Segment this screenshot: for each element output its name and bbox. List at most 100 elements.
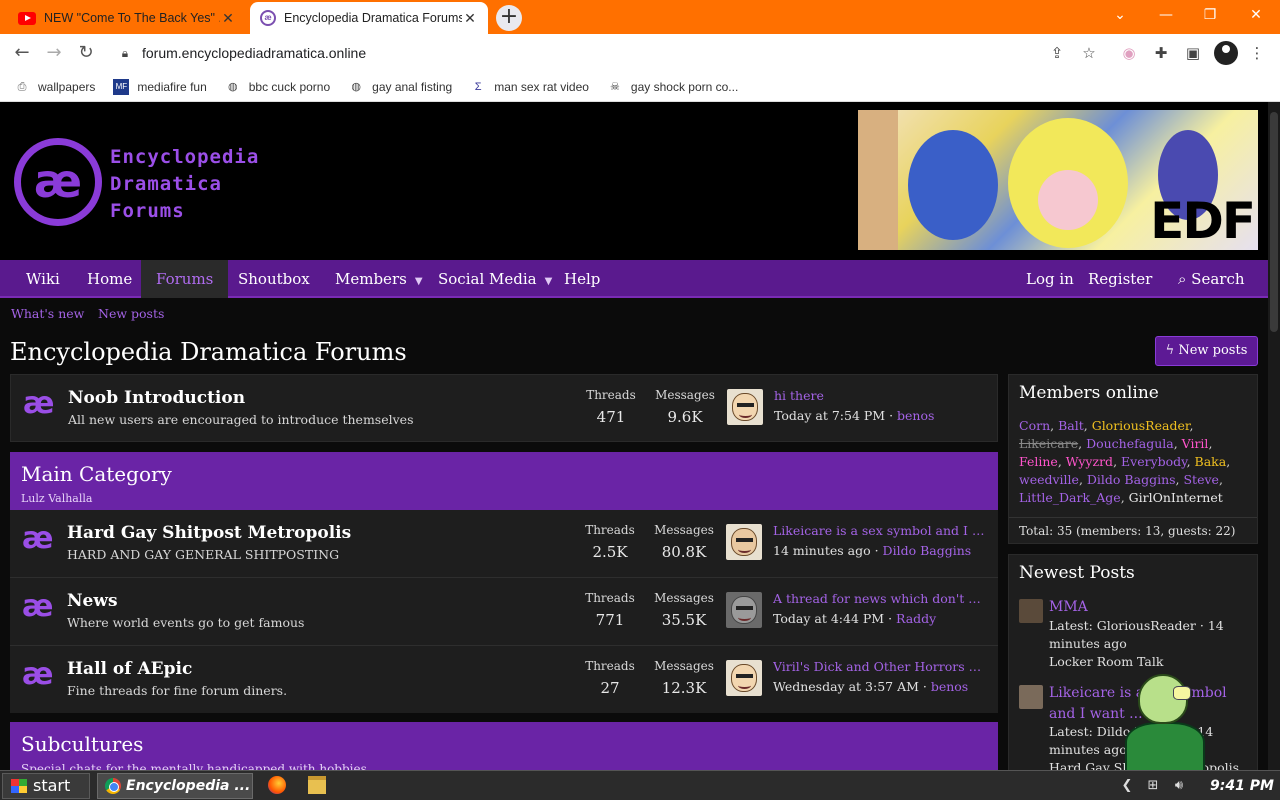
profile-avatar-icon[interactable] <box>1214 41 1238 65</box>
member-link[interactable]: Likeicare <box>1019 436 1078 451</box>
member-link[interactable]: Baka <box>1195 454 1227 469</box>
bookmark-item[interactable]: ◍ bbc cuck porno <box>225 79 330 95</box>
side-panel-icon[interactable]: ▣ <box>1182 42 1204 64</box>
category-header-main: Main Category Lulz Valhalla <box>10 452 998 510</box>
member-link[interactable]: Little_Dark_Age <box>1019 490 1121 505</box>
last-post-user[interactable]: benos <box>897 408 934 423</box>
nav-item-forums[interactable]: Forums <box>141 260 229 298</box>
tab-encyclopedia-dramatica[interactable]: æ Encyclopedia Dramatica Forums ✕ <box>250 2 488 34</box>
new-tab-button[interactable]: + <box>496 5 522 31</box>
network-icon[interactable]: ⊞ <box>1144 777 1162 795</box>
last-post-title[interactable]: hi there <box>774 388 989 403</box>
forum-node-noob-introduction[interactable]: æ Noob Introduction All new users are en… <box>10 374 998 442</box>
avatar[interactable] <box>727 389 763 425</box>
member-link[interactable]: GloriousReader <box>1092 418 1190 433</box>
last-post-user[interactable]: Dildo Baggins <box>883 543 972 558</box>
folder-icon[interactable] <box>308 776 326 794</box>
extension-flag-icon[interactable]: ◉ <box>1118 42 1140 64</box>
member-link[interactable]: Steve <box>1183 472 1218 487</box>
nav-item-members[interactable]: Members ▼ <box>331 260 427 298</box>
start-button[interactable]: start <box>2 773 90 799</box>
scroll-thumb[interactable] <box>1270 112 1278 332</box>
nav-item-shoutbox[interactable]: Shoutbox <box>234 260 314 298</box>
extensions-puzzle-icon[interactable]: ✚ <box>1150 42 1172 64</box>
category-title[interactable]: Main Category <box>21 462 172 486</box>
site-logo-icon[interactable]: æ <box>14 138 102 226</box>
category-title[interactable]: Subcultures <box>21 732 143 756</box>
search-link[interactable]: ⌕ Search <box>1174 260 1249 298</box>
menu-kebab-icon[interactable]: ⋮ <box>1246 42 1268 64</box>
last-post-title[interactable]: Viril's Dick and Other Horrors B... <box>773 659 988 674</box>
chevron-down-icon[interactable]: ▼ <box>545 276 553 287</box>
bookmark-item[interactable]: Σman sex rat video <box>470 79 589 95</box>
firefox-icon[interactable] <box>268 776 286 794</box>
bookmark-item[interactable]: ☠ gay shock porn co... <box>607 79 738 95</box>
member-link[interactable]: Wyyzrd <box>1066 454 1113 469</box>
member-link[interactable]: Douchefagula <box>1086 436 1174 451</box>
page-scrollbar[interactable] <box>1268 102 1280 770</box>
share-icon[interactable]: ⇪ <box>1046 42 1068 64</box>
url-box[interactable]: 🔒︎ <box>110 39 1120 67</box>
speaker-icon[interactable]: 🔊︎ <box>1170 777 1188 795</box>
avatar[interactable] <box>1019 685 1043 709</box>
chevron-down-icon[interactable]: ▼ <box>415 276 423 287</box>
login-link[interactable]: Log in <box>1022 260 1078 298</box>
forum-node-hard-gay-shitpost-metropolis[interactable]: æ Hard Gay Shitpost Metropolis HARD AND … <box>10 510 998 577</box>
tab-youtube[interactable]: NEW "Come To The Back Yes" ... ✕ <box>8 2 246 34</box>
member-link[interactable]: Feline <box>1019 454 1058 469</box>
nav-item-social-media[interactable]: Social Media ▼ <box>434 260 556 298</box>
back-arrow-icon[interactable]: ← <box>10 41 34 65</box>
nav-item-help[interactable]: Help <box>560 260 604 298</box>
avatar[interactable] <box>726 592 762 628</box>
last-post-title[interactable]: Likeicare is a sex symbol and I w... <box>773 523 988 538</box>
node-desc: All new users are encouraged to introduc… <box>68 412 414 427</box>
nav-item-home[interactable]: Home <box>83 260 136 298</box>
member-link[interactable]: GirlOnInternet <box>1129 490 1223 505</box>
last-post-title[interactable]: A thread for news which don't de... <box>773 591 988 606</box>
member-link[interactable]: weedville <box>1019 472 1079 487</box>
subnav-new-posts[interactable]: New posts <box>98 306 164 321</box>
register-link[interactable]: Register <box>1084 260 1156 298</box>
bookmark-item[interactable]: ⎙ wallpapers <box>14 79 96 95</box>
forum-node-news[interactable]: æ News Where world events go to get famo… <box>10 578 998 645</box>
post-latest: Latest: GloriousReader · 14 minutes ago <box>1049 618 1224 651</box>
subnav-whats-new[interactable]: What's new <box>11 306 84 321</box>
bookmark-item[interactable]: ◍ gay anal fisting <box>348 79 452 95</box>
window-close-icon[interactable]: ✕ <box>1236 4 1276 26</box>
node-title[interactable]: Noob Introduction <box>68 388 245 408</box>
post-forum[interactable]: Locker Room Talk <box>1049 653 1249 671</box>
restore-icon[interactable]: ❐ <box>1190 4 1230 26</box>
avatar[interactable] <box>1019 599 1043 623</box>
bookmark-item[interactable]: MF mediafire fun <box>113 78 207 95</box>
reload-icon[interactable]: ↻ <box>74 41 98 65</box>
node-title[interactable]: Hall of AEpic <box>67 659 192 679</box>
last-post-user[interactable]: Raddy <box>896 611 936 626</box>
member-link[interactable]: Balt <box>1058 418 1084 433</box>
forward-arrow-icon[interactable]: → <box>42 41 66 65</box>
minimize-icon[interactable]: — <box>1146 4 1186 26</box>
last-post-user[interactable]: benos <box>931 679 968 694</box>
tab-search-icon[interactable]: ⌄ <box>1100 4 1140 26</box>
chevron-left-icon[interactable]: ❮ <box>1118 777 1136 795</box>
node-title[interactable]: News <box>67 591 118 611</box>
avatar[interactable] <box>726 660 762 696</box>
close-icon[interactable]: ✕ <box>462 10 478 27</box>
header-banner-image: EDF <box>858 110 1258 250</box>
clock[interactable]: 9:41 PM <box>1210 778 1274 794</box>
new-posts-button[interactable]: ϟ New posts <box>1155 336 1258 366</box>
lock-icon[interactable]: 🔒︎ <box>118 46 132 61</box>
nav-item-wiki[interactable]: Wiki <box>22 260 64 298</box>
member-link[interactable]: Dildo Baggins <box>1087 472 1176 487</box>
taskbar-chrome-button[interactable]: Encyclopedia ... <box>97 773 253 799</box>
close-icon[interactable]: ✕ <box>220 10 236 27</box>
bookmark-star-icon[interactable]: ☆ <box>1078 42 1100 64</box>
node-title[interactable]: Hard Gay Shitpost Metropolis <box>67 523 351 543</box>
url-input[interactable] <box>142 45 742 61</box>
member-link[interactable]: Viril <box>1182 436 1209 451</box>
site-logo-text[interactable]: Encyclopedia Dramatica Forums <box>110 144 259 225</box>
member-link[interactable]: Everybody <box>1121 454 1187 469</box>
avatar[interactable] <box>726 524 762 560</box>
post-title[interactable]: MMA <box>1049 597 1249 618</box>
forum-node-hall-of-aepic[interactable]: æ Hall of AEpic Fine threads for fine fo… <box>10 646 998 713</box>
member-link[interactable]: Corn <box>1019 418 1050 433</box>
